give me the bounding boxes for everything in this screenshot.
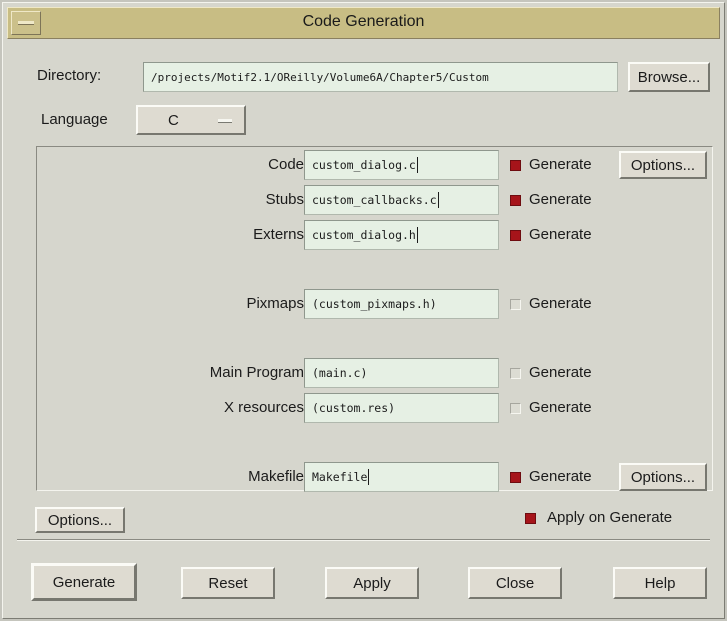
title-bar[interactable]: Code Generation [7, 7, 720, 39]
language-value: C [168, 111, 179, 129]
makefile-label: Makefile [248, 468, 304, 485]
browse-button[interactable]: Browse... [628, 62, 710, 92]
directory-field[interactable]: /projects/Motif2.1/OReilly/Volume6A/Chap… [143, 62, 618, 92]
externs-label: Externs [253, 226, 304, 243]
main-program-label: Main Program [209, 364, 304, 381]
pixmaps-generate-checkbox[interactable] [510, 299, 521, 310]
pixmaps-generate-label: Generate [529, 295, 592, 312]
directory-label: Directory: [37, 67, 102, 84]
externs-generate-label: Generate [529, 226, 592, 243]
text-cursor [368, 469, 370, 485]
code-value: custom_dialog.c [312, 158, 416, 172]
externs-value: custom_dialog.h [312, 228, 416, 242]
apply-button[interactable]: Apply [325, 567, 419, 599]
text-cursor [416, 157, 418, 173]
action-separator [17, 539, 710, 541]
directory-value: /projects/Motif2.1/OReilly/Volume6A/Chap… [151, 70, 489, 84]
generate-button[interactable]: Generate [31, 563, 137, 601]
code-options-button[interactable]: Options... [619, 151, 707, 179]
x-resources-value: (custom.res) [312, 401, 396, 415]
help-button[interactable]: Help [613, 567, 707, 599]
language-label: Language [41, 111, 108, 128]
makefile-value: Makefile [312, 470, 368, 484]
stubs-field[interactable]: custom_callbacks.c [304, 185, 499, 215]
main-program-value: (main.c) [312, 366, 368, 380]
code-label: Code [268, 156, 304, 173]
code-field[interactable]: custom_dialog.c [304, 150, 499, 180]
makefile-generate-checkbox[interactable] [510, 472, 521, 483]
pixmaps-label: Pixmaps [246, 295, 304, 312]
reset-button[interactable]: Reset [181, 567, 275, 599]
language-option-menu[interactable]: C [136, 105, 246, 135]
stubs-value: custom_callbacks.c [312, 193, 437, 207]
option-menu-indicator-icon [218, 119, 232, 123]
stubs-generate-checkbox[interactable] [510, 195, 521, 206]
text-cursor [416, 227, 418, 243]
close-button[interactable]: Close [468, 567, 562, 599]
makefile-field[interactable]: Makefile [304, 462, 499, 492]
code-generate-checkbox[interactable] [510, 160, 521, 171]
main-program-generate-checkbox[interactable] [510, 368, 521, 379]
code-generate-label: Generate [529, 156, 592, 173]
pixmaps-field[interactable]: (custom_pixmaps.h) [304, 289, 499, 319]
x-resources-label: X resources [223, 399, 304, 416]
pixmaps-value: (custom_pixmaps.h) [312, 297, 437, 311]
apply-on-generate-checkbox[interactable] [525, 513, 536, 524]
text-cursor [437, 192, 439, 208]
x-resources-generate-checkbox[interactable] [510, 403, 521, 414]
apply-on-generate-label: Apply on Generate [547, 509, 673, 526]
makefile-options-button[interactable]: Options... [619, 463, 707, 491]
options-button[interactable]: Options... [35, 507, 125, 533]
externs-field[interactable]: custom_dialog.h [304, 220, 499, 250]
stubs-label: Stubs [265, 191, 304, 208]
window-title: Code Generation [302, 13, 425, 30]
x-resources-generate-label: Generate [529, 399, 592, 416]
externs-generate-checkbox[interactable] [510, 230, 521, 241]
main-program-field[interactable]: (main.c) [304, 358, 499, 388]
code-generation-dialog: Code Generation Directory: /projects/Mot… [2, 2, 725, 619]
stubs-generate-label: Generate [529, 191, 592, 208]
makefile-generate-label: Generate [529, 468, 592, 485]
x-resources-field[interactable]: (custom.res) [304, 393, 499, 423]
main-program-generate-label: Generate [529, 364, 592, 381]
